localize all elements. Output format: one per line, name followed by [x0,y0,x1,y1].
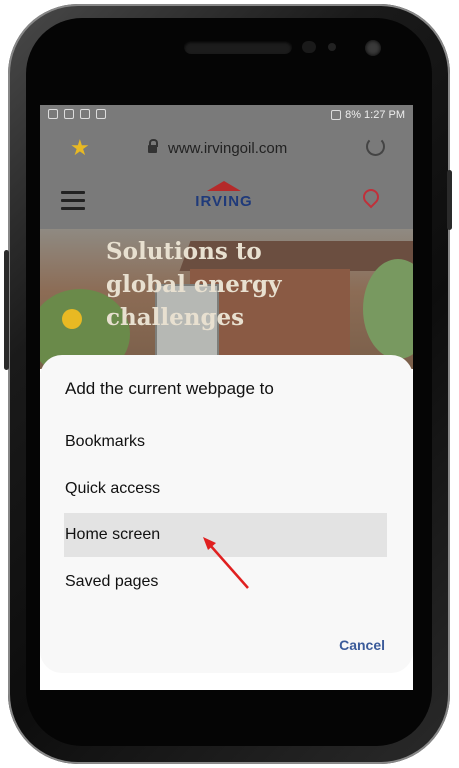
pointer-arrow-icon [203,537,249,589]
